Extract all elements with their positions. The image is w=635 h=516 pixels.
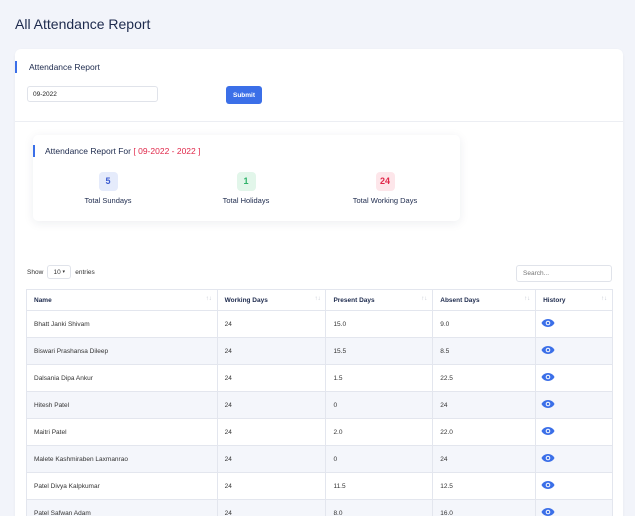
cell-name: Bhatt Janki Shivam	[26, 310, 218, 338]
column-header-absent-days[interactable]: Absent Days ↑↓	[432, 289, 537, 311]
cell-history	[535, 337, 613, 365]
cell-history	[535, 310, 613, 338]
chevron-down-icon: ▾	[62, 269, 66, 275]
divider	[15, 121, 623, 122]
month-input[interactable]	[27, 86, 158, 102]
cell-name: Malete Kashmiraben Laxmanrao	[26, 445, 218, 473]
column-header-label: Name	[34, 296, 52, 304]
cell-working-days: 24	[216, 445, 327, 473]
cell-absent-days: 12.5	[432, 472, 537, 500]
stat-label: Total Working Days	[352, 195, 418, 205]
cell-present-days: 15.0	[325, 310, 434, 338]
table-row: Hitesh Patel 24 0 24	[26, 391, 613, 419]
cell-working-days: 24	[216, 472, 327, 500]
cell-present-days: 1.5	[325, 364, 434, 392]
table-row: Maitri Patel 24 2.0 22.0	[26, 418, 613, 446]
table-row: Patel Divya Kalpkumar 24 11.5 12.5	[26, 472, 613, 500]
column-header-label: Absent Days	[440, 296, 480, 304]
table-row: Patel Safwan Adam 24 8.0 16.0	[26, 499, 613, 516]
stat-label: Total Holidays	[222, 195, 270, 205]
cell-working-days: 24	[216, 418, 327, 446]
column-header-label: Working Days	[224, 296, 268, 304]
cell-present-days: 0	[325, 391, 434, 419]
sort-icon: ↑↓	[601, 296, 607, 302]
stat-value: 24	[375, 171, 395, 191]
cell-absent-days: 8.5	[432, 337, 537, 365]
table-row: Bhatt Janki Shivam 24 15.0 9.0	[26, 310, 613, 338]
sort-icon: ↑↓	[421, 296, 428, 302]
cell-history	[535, 472, 613, 500]
cell-absent-days: 24	[432, 391, 537, 419]
cell-present-days: 11.5	[325, 472, 434, 500]
cell-present-days: 0	[325, 445, 434, 473]
cell-working-days: 24	[216, 391, 327, 419]
cell-absent-days: 24	[432, 445, 537, 473]
cell-present-days: 15.5	[325, 337, 434, 365]
cell-present-days: 8.0	[325, 499, 434, 516]
entries-select[interactable]: 10 ▾	[47, 265, 72, 279]
cell-absent-days: 9.0	[432, 310, 537, 338]
cell-history	[535, 364, 613, 392]
summary-card: Attendance Report For [ 09-2022 - 2022 ]…	[33, 135, 460, 221]
section-title: Attendance Report	[15, 61, 100, 73]
table-header-row: Name ↑↓ Working Days ↑↓ Present Days ↑↓ Abs…	[26, 289, 613, 311]
cell-name: Hitesh Patel	[26, 391, 218, 419]
column-header-name[interactable]: Name ↑↓	[26, 289, 218, 311]
eye-icon[interactable]	[541, 372, 555, 384]
cell-name: Dalsania Dipa Ankur	[26, 364, 218, 392]
entries-control: Show 10 ▾ entries	[27, 265, 95, 279]
cell-name: Patel Divya Kalpkumar	[26, 472, 218, 500]
sort-icon: ↑↓	[314, 296, 321, 302]
stat-sundays: 5 Total Sundays	[58, 171, 158, 205]
cell-working-days: 24	[216, 337, 327, 365]
eye-icon[interactable]	[541, 480, 555, 492]
page-title: All Attendance Report	[15, 16, 151, 32]
entries-value: 10	[53, 268, 61, 276]
eye-icon[interactable]	[541, 426, 555, 438]
eye-icon[interactable]	[541, 399, 555, 411]
cell-working-days: 24	[216, 499, 327, 516]
attendance-table: Name ↑↓ Working Days ↑↓ Present Days ↑↓ Abs…	[26, 289, 613, 516]
cell-history	[535, 499, 613, 516]
cell-absent-days: 22.5	[432, 364, 537, 392]
cell-name: Maitri Patel	[26, 418, 218, 446]
submit-button[interactable]: Submit	[226, 86, 262, 104]
table-row: Malete Kashmiraben Laxmanrao 24 0 24	[26, 445, 613, 473]
column-header-working-days[interactable]: Working Days ↑↓	[216, 289, 327, 311]
cell-absent-days: 22.0	[432, 418, 537, 446]
column-header-history[interactable]: History ↑↓	[535, 289, 613, 311]
cell-absent-days: 16.0	[432, 499, 537, 516]
stat-working-days: 24 Total Working Days	[335, 171, 435, 205]
eye-icon[interactable]	[541, 507, 555, 516]
show-label: Show	[27, 268, 44, 276]
cell-history	[535, 391, 613, 419]
column-header-label: History	[543, 296, 566, 304]
summary-title-range: [ 09-2022 - 2022 ]	[133, 146, 201, 156]
cell-working-days: 24	[216, 364, 327, 392]
stat-value: 5	[98, 171, 118, 191]
entries-label: entries	[75, 268, 95, 276]
cell-name: Patel Safwan Adam	[26, 499, 218, 516]
summary-title-prefix: Attendance Report For	[45, 146, 131, 156]
stat-holidays: 1 Total Holidays	[196, 171, 296, 205]
column-header-label: Present Days	[333, 296, 375, 304]
eye-icon[interactable]	[541, 345, 555, 357]
eye-icon[interactable]	[541, 318, 555, 330]
table-row: Biswari Prashansa Dileep 24 15.5 8.5	[26, 337, 613, 365]
cell-name: Biswari Prashansa Dileep	[26, 337, 218, 365]
sort-icon: ↑↓	[205, 296, 212, 302]
sort-icon: ↑↓	[524, 296, 531, 302]
cell-working-days: 24	[216, 310, 327, 338]
summary-title: Attendance Report For [ 09-2022 - 2022 ]	[33, 145, 200, 157]
column-header-present-days[interactable]: Present Days ↑↓	[325, 289, 434, 311]
eye-icon[interactable]	[541, 453, 555, 465]
stat-label: Total Sundays	[84, 195, 132, 205]
cell-history	[535, 445, 613, 473]
table-row: Dalsania Dipa Ankur 24 1.5 22.5	[26, 364, 613, 392]
cell-present-days: 2.0	[325, 418, 434, 446]
attendance-card: Attendance Report Submit Attendance Repo…	[15, 49, 623, 516]
stat-value: 1	[236, 171, 256, 191]
search-input[interactable]	[516, 265, 612, 282]
cell-history	[535, 418, 613, 446]
